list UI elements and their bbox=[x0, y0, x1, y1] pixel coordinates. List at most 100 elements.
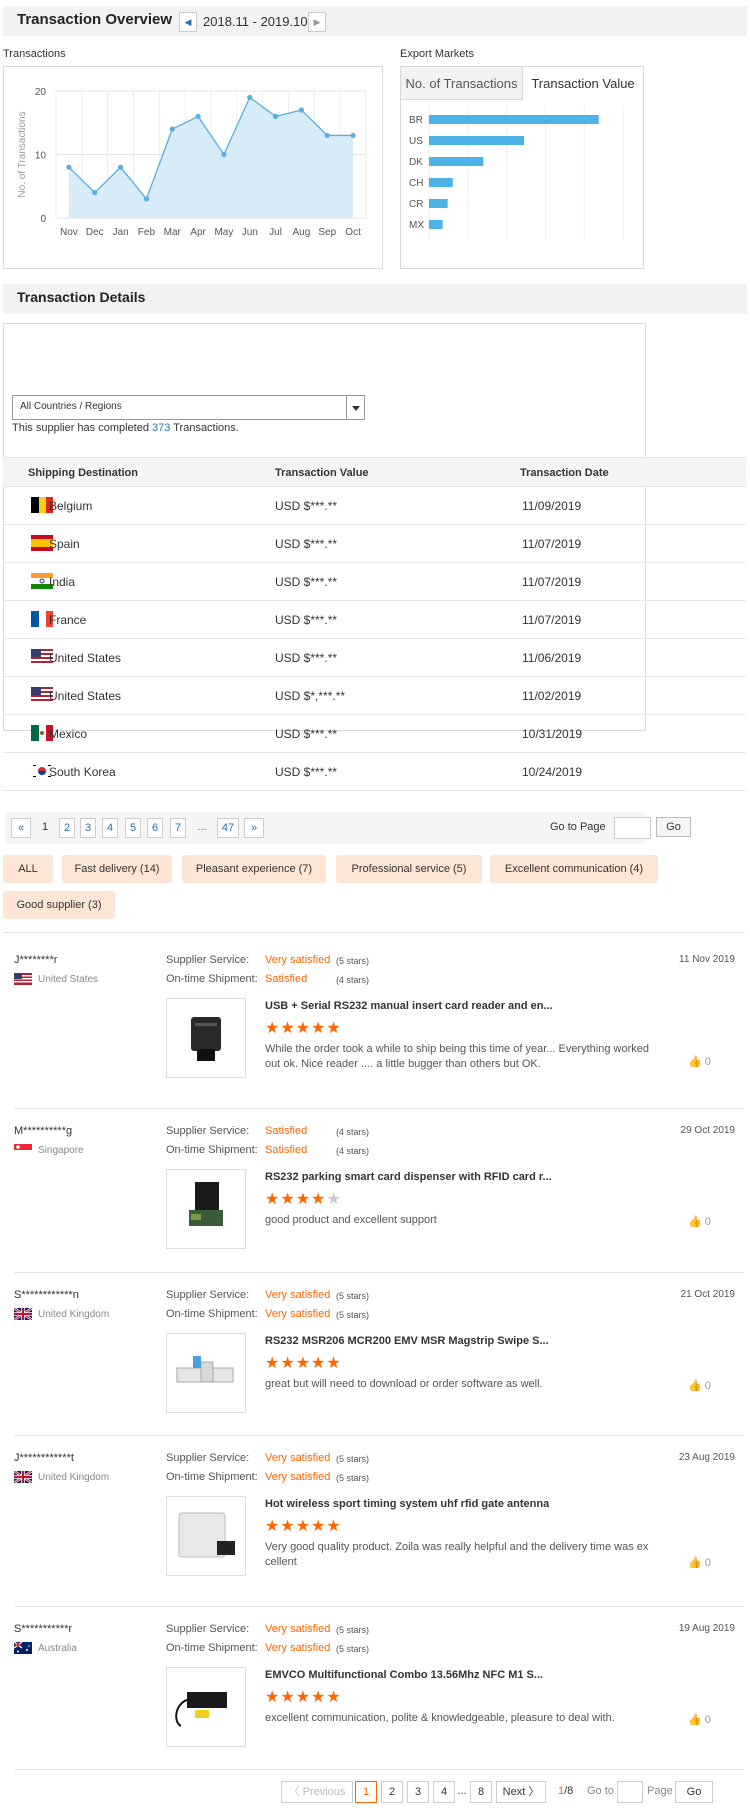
supplier-service-stars: (5 stars) bbox=[336, 956, 370, 966]
row-value: USD $***.** bbox=[275, 727, 338, 741]
reviewer-country: United Kingdom bbox=[38, 1472, 110, 1483]
date-range: 2018.11 - 2019.10 bbox=[203, 14, 308, 29]
shipment-label: On-time Shipment: bbox=[166, 1642, 258, 1654]
page-4-button[interactable]: 4 bbox=[102, 818, 118, 838]
tag-pleasant-experience[interactable]: Pleasant experience (7) bbox=[182, 855, 326, 883]
goto-page-input[interactable] bbox=[617, 1781, 643, 1803]
tag-fast-delivery[interactable]: Fast delivery (14) bbox=[62, 855, 172, 883]
like-button[interactable]: 👍 0 bbox=[688, 1556, 711, 1569]
tag-excellent-communication[interactable]: Excellent communication (4) bbox=[490, 855, 658, 883]
reviewer-country: United Kingdom bbox=[38, 1309, 110, 1320]
total-pages: /8 bbox=[564, 1785, 574, 1797]
product-thumbnail[interactable] bbox=[166, 998, 246, 1078]
shipment-stars: (4 stars) bbox=[336, 1146, 370, 1156]
product-title[interactable]: USB + Serial RS232 manual insert card re… bbox=[265, 1000, 553, 1012]
data-point bbox=[298, 107, 305, 113]
review-text: While the order took a while to ship bei… bbox=[265, 1043, 649, 1070]
page-47-button[interactable]: 47 bbox=[217, 818, 239, 838]
overview-title: Transaction Overview bbox=[17, 11, 173, 28]
tag-good-supplier[interactable]: Good supplier (3) bbox=[3, 891, 115, 919]
review-date: 23 Aug 2019 bbox=[678, 1452, 735, 1463]
review-divider bbox=[14, 1435, 744, 1436]
like-button[interactable]: 👍 0 bbox=[688, 1055, 711, 1068]
shipment-stars: (5 stars) bbox=[336, 1310, 370, 1320]
page-1-current[interactable]: 1 bbox=[355, 1781, 377, 1803]
thumbs-up-icon: 👍 bbox=[688, 1380, 702, 1392]
page-5-button[interactable]: 5 bbox=[125, 818, 141, 838]
row-date: 11/02/2019 bbox=[522, 689, 582, 703]
product-thumbnail[interactable] bbox=[166, 1667, 246, 1747]
previous-page-button[interactable]: 〈 Previous bbox=[281, 1781, 353, 1803]
page-3-button[interactable]: 3 bbox=[407, 1781, 429, 1803]
y-tick-label: 10 bbox=[35, 151, 47, 162]
dropdown-arrow-icon bbox=[346, 396, 364, 419]
goto-go-button[interactable]: Go bbox=[675, 1781, 713, 1803]
product-thumbnail[interactable] bbox=[166, 1169, 246, 1249]
row-value: USD $***.** bbox=[275, 575, 338, 589]
x-tick-label: Nov bbox=[60, 227, 78, 238]
page-6-button[interactable]: 6 bbox=[147, 818, 163, 838]
x-tick-label: Apr bbox=[190, 227, 206, 238]
data-point bbox=[169, 126, 175, 132]
header-date: Transaction Date bbox=[520, 467, 609, 479]
like-count: 0 bbox=[704, 1056, 711, 1068]
like-button[interactable]: 👍 0 bbox=[688, 1379, 711, 1392]
tag-all[interactable]: ALL bbox=[3, 855, 53, 883]
shipment-stars: (5 stars) bbox=[336, 1644, 370, 1654]
summary-suffix: Transactions. bbox=[170, 422, 239, 434]
first-page-button[interactable]: « bbox=[11, 818, 31, 838]
y-axis-label: No. of Transactions bbox=[17, 111, 28, 197]
next-period-button[interactable]: ▶ bbox=[308, 12, 326, 32]
triangle-right-icon: ▶ bbox=[313, 17, 321, 27]
page-8-button[interactable]: 8 bbox=[470, 1781, 492, 1803]
product-title[interactable]: RS232 MSR206 MCR200 EMV MSR Magstrip Swi… bbox=[265, 1335, 549, 1347]
transactions-summary: This supplier has completed 373 Transact… bbox=[12, 422, 239, 434]
page-4-button[interactable]: 4 bbox=[433, 1781, 455, 1803]
shipment-label: On-time Shipment: bbox=[166, 1471, 258, 1483]
pager-ellipsis: ... bbox=[456, 1781, 468, 1803]
tab-transaction-value[interactable]: Transaction Value bbox=[523, 67, 643, 100]
data-point bbox=[66, 164, 72, 170]
country-filter-select[interactable]: All Countries / Regions bbox=[12, 395, 365, 420]
reviewer-country: Singapore bbox=[38, 1145, 84, 1156]
product-title[interactable]: EMVCO Multifunctional Combo 13.56Mhz NFC… bbox=[265, 1669, 543, 1681]
product-title[interactable]: RS232 parking smart card dispenser with … bbox=[265, 1171, 552, 1183]
last-page-button[interactable]: » bbox=[244, 818, 264, 838]
review-divider bbox=[14, 1108, 744, 1109]
goto-page-go-button[interactable]: Go bbox=[656, 817, 691, 837]
export-markets-panel: No. of Transactions Transaction Value BR… bbox=[400, 66, 644, 269]
shipment-value: Very satisfied bbox=[265, 1308, 331, 1320]
review-text: Very good quality product. Zoila was rea… bbox=[265, 1541, 649, 1568]
prev-period-button[interactable]: ◀ bbox=[179, 12, 197, 32]
transactions-count[interactable]: 373 bbox=[152, 422, 170, 434]
goto-page-input[interactable] bbox=[614, 817, 651, 839]
review-date: 29 Oct 2019 bbox=[680, 1125, 735, 1136]
product-thumbnail[interactable] bbox=[166, 1496, 246, 1576]
row-country: United States bbox=[49, 689, 122, 703]
product-title[interactable]: Hot wireless sport timing system uhf rfi… bbox=[265, 1498, 549, 1510]
review-date: 11 Nov 2019 bbox=[679, 954, 735, 965]
like-button[interactable]: 👍 0 bbox=[688, 1713, 711, 1726]
data-point bbox=[92, 190, 98, 196]
product-thumbnail[interactable] bbox=[166, 1333, 246, 1413]
shipment-stars: (4 stars) bbox=[336, 975, 370, 985]
page-2-button[interactable]: 2 bbox=[381, 1781, 403, 1803]
x-tick-label: Dec bbox=[86, 227, 104, 238]
page-7-button[interactable]: 7 bbox=[170, 818, 186, 838]
header-value: Transaction Value bbox=[275, 467, 369, 479]
supplier-service-stars: (5 stars) bbox=[336, 1625, 370, 1635]
like-button[interactable]: 👍 0 bbox=[688, 1215, 711, 1228]
export-markets-label: Export Markets bbox=[400, 48, 474, 60]
tag-professional-service[interactable]: Professional service (5) bbox=[336, 855, 482, 883]
rating-stars: ★★★★★ bbox=[265, 1191, 342, 1208]
row-date: 11/07/2019 bbox=[522, 575, 582, 589]
reviewer-country: United States bbox=[38, 974, 99, 985]
data-point bbox=[247, 94, 253, 100]
tab-no-of-transactions[interactable]: No. of Transactions bbox=[401, 67, 523, 100]
page-2-button[interactable]: 2 bbox=[59, 818, 75, 838]
supplier-service-label: Supplier Service: bbox=[166, 954, 250, 966]
row-value: USD $***.** bbox=[275, 499, 338, 513]
page-3-button[interactable]: 3 bbox=[80, 818, 96, 838]
reviewer-name: S************n bbox=[14, 1289, 79, 1301]
next-page-button[interactable]: Next 〉 bbox=[496, 1781, 546, 1803]
